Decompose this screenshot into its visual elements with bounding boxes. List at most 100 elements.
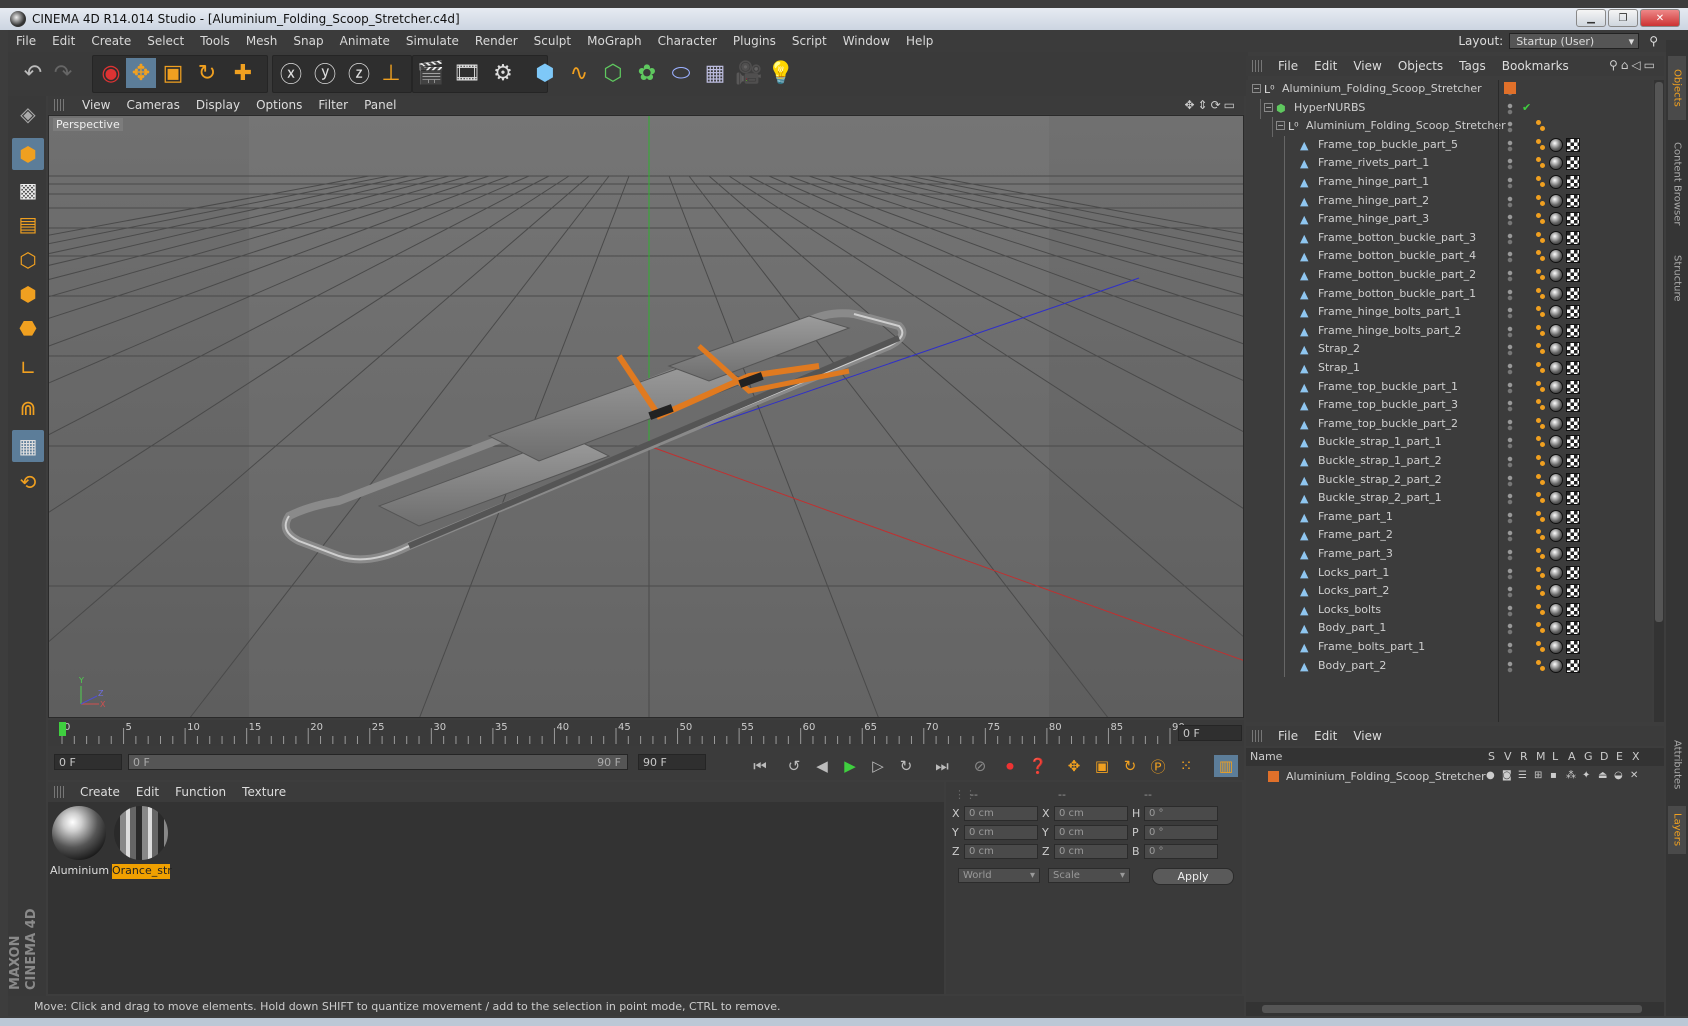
object-tree-row[interactable]: ▲ Frame_botton_buckle_part_1 [1246, 284, 1652, 305]
layer-flag-icon[interactable]: ✕ [1630, 770, 1638, 781]
timeline-ruler[interactable]: 051015202530354045505560657075808590 0 F [48, 720, 1244, 746]
snap-grid-icon[interactable]: ▦ [12, 430, 44, 462]
object-tree-row[interactable]: ▲ Body_part_2 [1246, 656, 1652, 677]
menu-window[interactable]: Window [835, 34, 898, 48]
object-tree-row[interactable]: ▲ Strap_1 [1246, 359, 1652, 379]
menu-plugins[interactable]: Plugins [725, 34, 784, 48]
z-axis-icon[interactable]: ⓩ [344, 58, 374, 88]
collapse-toggle-icon[interactable]: − [1252, 84, 1261, 93]
uvw-tag-icon[interactable] [1566, 230, 1580, 245]
tab-objects[interactable]: Objects [1668, 56, 1686, 120]
visibility-toggle-icon[interactable] [1506, 642, 1514, 654]
visibility-toggle-icon[interactable] [1506, 549, 1514, 561]
material-tag-icon[interactable] [1549, 658, 1563, 673]
layer-flag-icon[interactable]: ⏏ [1598, 770, 1607, 781]
render-settings-icon[interactable]: ⚙ [488, 58, 518, 88]
minimize-button[interactable]: ▁ [1576, 9, 1606, 27]
floor-icon[interactable]: ▦ [700, 58, 730, 88]
object-menu-file[interactable]: File [1270, 59, 1306, 73]
visibility-toggle-icon[interactable] [1506, 418, 1514, 431]
layer-flag-icon[interactable]: ⊞ [1534, 770, 1542, 781]
phong-tag-icon[interactable] [1536, 528, 1546, 542]
object-tree-row[interactable]: ▲ Frame_part_3 [1246, 545, 1652, 565]
visibility-toggle-icon[interactable] [1506, 474, 1514, 487]
viewport-menu-panel[interactable]: Panel [356, 98, 404, 112]
object-tree-row[interactable]: ▲ Buckle_strap_2_part_1 [1246, 489, 1652, 510]
end-frame-field[interactable]: 90 F [638, 754, 706, 770]
phong-tag-icon[interactable] [1536, 305, 1546, 319]
layer-flag-icon[interactable]: ☰ [1518, 770, 1527, 781]
material-tag-icon[interactable] [1549, 212, 1563, 227]
key-position-icon[interactable]: ✥ [1062, 755, 1086, 777]
layer-color-icon[interactable] [1504, 82, 1516, 94]
previous-key-icon[interactable]: ↺ [782, 755, 806, 777]
layer-menu-edit[interactable]: Edit [1306, 729, 1345, 743]
layout-dropdown[interactable]: Startup (User) ▾ [1509, 33, 1640, 49]
material-tag-icon[interactable] [1549, 491, 1563, 506]
layer-menu-file[interactable]: File [1270, 729, 1306, 743]
material-menu-create[interactable]: Create [72, 785, 128, 799]
object-tree-row[interactable]: − L⁰ Aluminium_Folding_Scoop_Stretcher [1246, 80, 1652, 100]
cube-primitive-icon[interactable]: ⬢ [530, 58, 560, 88]
object-tree-row[interactable]: ▲ Frame_part_2 [1246, 526, 1652, 547]
phong-tag-icon[interactable] [1536, 231, 1546, 245]
uvw-tag-icon[interactable] [1566, 528, 1580, 543]
layer-flag-icon[interactable]: ⁂ [1566, 770, 1576, 781]
visibility-toggle-icon[interactable] [1506, 139, 1514, 152]
object-tree-row[interactable]: ▲ Locks_bolts [1246, 600, 1652, 621]
layer-flag-column[interactable]: D [1600, 750, 1608, 763]
nurbs-icon[interactable]: ⬡ [598, 58, 628, 88]
phong-tag-icon[interactable] [1536, 249, 1546, 263]
object-tree-row[interactable]: ▲ Frame_hinge_part_1 [1246, 173, 1652, 193]
phong-tag-icon[interactable] [1536, 342, 1546, 356]
y-axis-icon[interactable]: ⓨ [310, 58, 340, 88]
object-tree-row[interactable]: ▲ Frame_top_buckle_part_5 [1246, 135, 1652, 156]
layer-flag-column[interactable]: R [1520, 750, 1528, 763]
menu-create[interactable]: Create [83, 34, 139, 48]
object-tree-row[interactable]: ▲ Buckle_strap_1_part_2 [1246, 452, 1652, 472]
layer-menu-view[interactable]: View [1345, 729, 1389, 743]
column-divider[interactable] [1498, 80, 1499, 722]
phong-tag-icon[interactable] [1536, 175, 1546, 189]
visibility-toggle-icon[interactable] [1506, 307, 1514, 320]
material-tag-icon[interactable] [1549, 361, 1563, 375]
phong-tag-icon[interactable] [1536, 473, 1546, 487]
layer-flag-icon[interactable]: ● [1486, 770, 1495, 781]
tab-attributes[interactable]: Attributes [1668, 728, 1686, 802]
visibility-toggle-icon[interactable] [1506, 530, 1514, 543]
autokey-icon[interactable]: ⊘ [968, 755, 992, 777]
phong-tag-icon[interactable] [1536, 435, 1546, 449]
object-tree[interactable]: − L⁰ Aluminium_Folding_Scoop_Stretcher − ⬢ Hy… [1246, 80, 1652, 722]
camera-icon[interactable]: 🎥 [734, 58, 764, 88]
phong-tag-icon[interactable] [1536, 268, 1546, 282]
uvw-tag-icon[interactable] [1566, 137, 1580, 152]
material-tag-icon[interactable] [1549, 435, 1563, 450]
object-tree-row[interactable]: ▲ Frame_botton_buckle_part_4 [1246, 247, 1652, 268]
visibility-toggle-icon[interactable] [1506, 400, 1514, 413]
size-mode-dropdown[interactable]: Scale ▾ [1048, 868, 1130, 883]
scrollbar-thumb[interactable] [1262, 1005, 1642, 1013]
key-pla-icon[interactable]: ⁙ [1174, 755, 1198, 777]
rotate-tool-icon[interactable]: ↻ [192, 58, 222, 88]
object-manager-nav-icons[interactable]: ⚲⌂◁▭ [1609, 58, 1658, 72]
visibility-toggle-icon[interactable] [1506, 363, 1514, 375]
menu-snap[interactable]: Snap [285, 34, 331, 48]
menu-mesh[interactable]: Mesh [238, 34, 286, 48]
phong-tag-icon[interactable] [1536, 119, 1546, 133]
coordinate-mode-dropdown[interactable]: World ▾ [958, 868, 1040, 883]
menu-edit[interactable]: Edit [44, 34, 83, 48]
visibility-toggle-icon[interactable] [1506, 604, 1514, 617]
object-tree-row[interactable]: ▲ Frame_hinge_part_3 [1246, 210, 1652, 231]
layer-flag-icon[interactable]: ◙ [1502, 770, 1512, 781]
uvw-tag-icon[interactable] [1566, 249, 1580, 264]
object-menu-view[interactable]: View [1345, 59, 1389, 73]
menu-file[interactable]: File [8, 34, 44, 48]
phong-tag-icon[interactable] [1536, 547, 1546, 561]
layer-flag-icon[interactable]: ◒ [1614, 770, 1623, 781]
create-tool-icon[interactable]: ✚ [228, 58, 258, 88]
uvw-tag-icon[interactable] [1566, 156, 1580, 171]
object-menu-bookmarks[interactable]: Bookmarks [1494, 59, 1577, 73]
material-tag-icon[interactable] [1549, 528, 1563, 543]
phong-tag-icon[interactable] [1536, 621, 1546, 635]
uvw-tag-icon[interactable] [1566, 268, 1580, 282]
